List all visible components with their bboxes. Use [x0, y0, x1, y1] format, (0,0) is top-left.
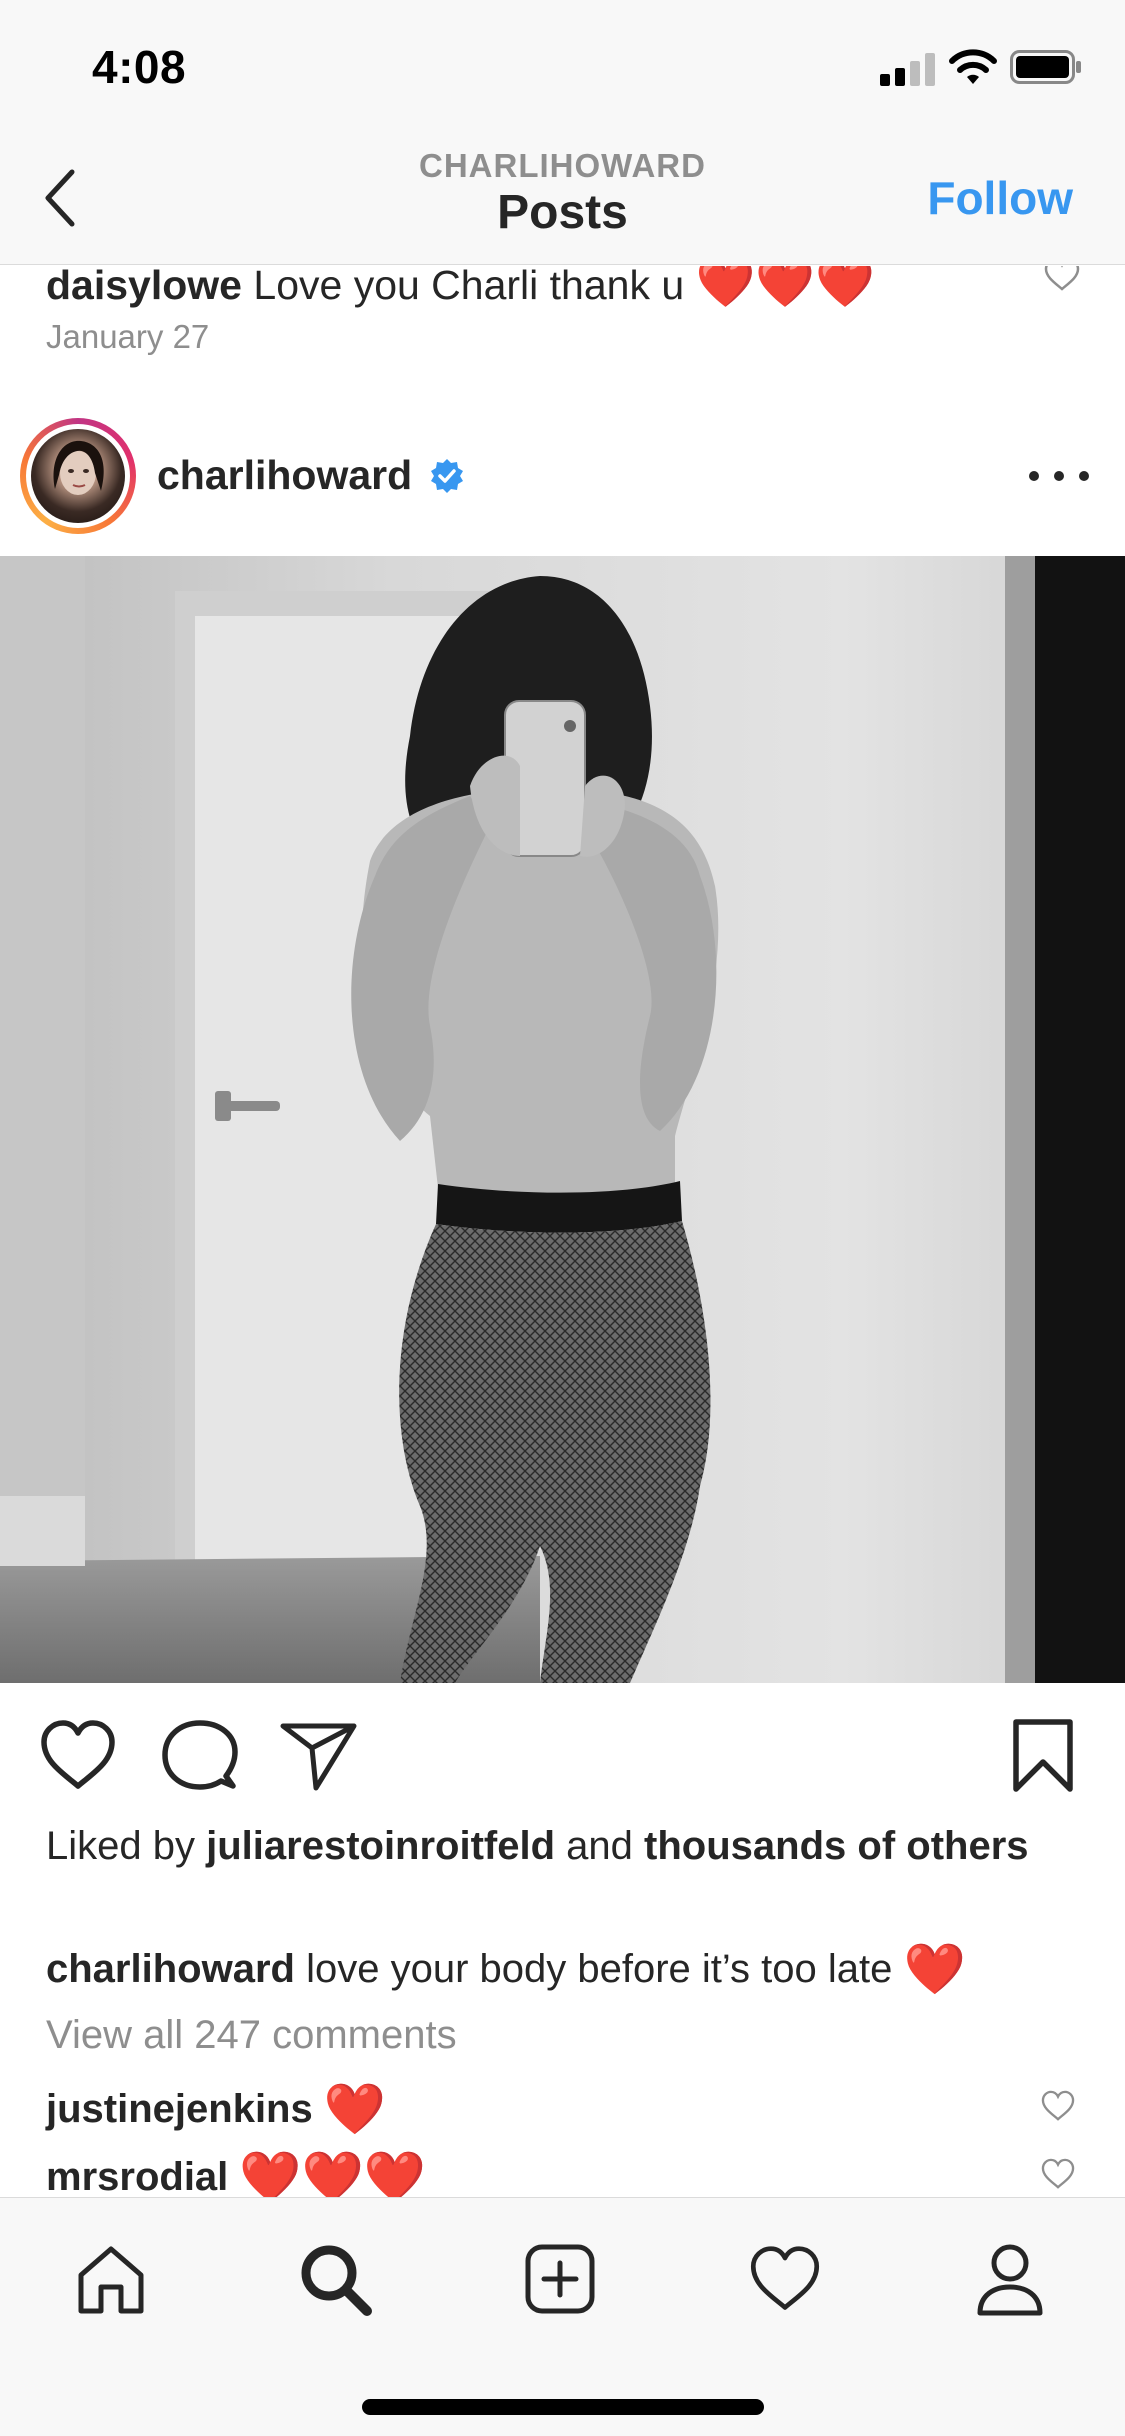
heart-emoji: ❤️	[903, 1941, 966, 1997]
tab-activity[interactable]	[740, 2234, 830, 2324]
add-post-icon	[525, 2244, 595, 2314]
comment-username[interactable]: daisylowe	[46, 266, 242, 308]
view-all-comments-link[interactable]: View all 247 comments	[46, 2013, 457, 2058]
tab-new-post[interactable]	[515, 2234, 605, 2324]
story-ring[interactable]	[20, 418, 136, 534]
tab-profile[interactable]	[965, 2234, 1055, 2324]
comment-date: January 27	[46, 318, 210, 355]
liked-by-username[interactable]: juliarestoinroitfeld	[206, 1824, 555, 1868]
heart-outline-icon[interactable]	[38, 1718, 118, 1793]
bookmark-icon[interactable]	[1008, 1718, 1078, 1793]
avatar[interactable]	[31, 429, 125, 523]
avatar-portrait-icon	[53, 440, 104, 495]
post-header: charlihoward	[0, 400, 1125, 555]
comment-body: Love you Charli thank u	[253, 266, 685, 308]
caption-text: love your body before it’s too late	[306, 1947, 893, 1991]
verified-badge-icon	[431, 459, 463, 493]
battery-icon	[1010, 50, 1081, 84]
home-icon	[78, 2246, 144, 2314]
likes-summary: Liked by juliarestoinroitfeld and thousa…	[46, 1822, 1086, 1871]
photo-illustration	[0, 556, 1125, 1683]
cellular-signal-icon	[880, 52, 936, 86]
previous-comment-text: daisylowe Love you Charli thank u ❤️❤️❤️	[46, 266, 875, 311]
tab-home[interactable]	[66, 2234, 156, 2324]
comment-text: ❤️	[323, 2081, 387, 2137]
likes-prefix: Liked by	[46, 1824, 195, 1868]
heart-outline-icon[interactable]	[1040, 2090, 1076, 2122]
post-username[interactable]: charlihoward	[157, 452, 412, 499]
heart-outline-icon[interactable]	[1040, 2158, 1076, 2190]
paper-plane-icon[interactable]	[278, 1718, 358, 1793]
activity-heart-icon	[750, 2246, 820, 2310]
status-time: 4:08	[92, 41, 187, 93]
caption-username[interactable]: charlihoward	[46, 1947, 295, 1991]
comment-username[interactable]: mrsrodial	[46, 2155, 228, 2199]
follow-button[interactable]: Follow	[927, 171, 1073, 225]
post-actions	[0, 1683, 1125, 1823]
dot-icon	[1054, 471, 1064, 481]
nav-header: CHARLIHOWARD Posts Follow	[0, 135, 1125, 265]
post-caption: charlihoward love your body before it’s …	[46, 1940, 1106, 1999]
comment-row: justinejenkins ❤️	[46, 2080, 1076, 2139]
comment-bubble-icon[interactable]	[160, 1718, 240, 1793]
dot-icon	[1029, 471, 1039, 481]
post-photo[interactable]	[0, 556, 1125, 1683]
previous-comment: daisylowe Love you Charli thank u ❤️❤️❤️…	[0, 266, 1125, 401]
tab-search[interactable]	[290, 2234, 380, 2324]
more-options-button[interactable]	[1029, 456, 1089, 496]
heart-emoji: ❤️❤️❤️	[695, 266, 875, 310]
dot-icon	[1079, 471, 1089, 481]
home-indicator[interactable]	[362, 2399, 764, 2415]
wifi-icon	[949, 49, 997, 84]
comment-username[interactable]: justinejenkins	[46, 2087, 313, 2131]
status-bar: 4:08	[0, 0, 1125, 135]
search-icon	[301, 2245, 372, 2316]
heart-outline-icon[interactable]	[1043, 266, 1081, 292]
likes-and: and	[566, 1824, 633, 1868]
likes-others-link[interactable]: thousands of others	[644, 1824, 1028, 1868]
profile-icon	[977, 2244, 1043, 2316]
